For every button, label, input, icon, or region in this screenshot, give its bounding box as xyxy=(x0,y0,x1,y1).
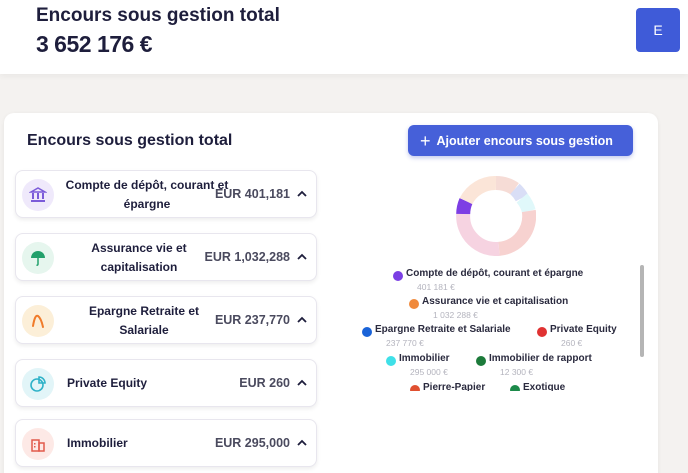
asset-card-label: Immobilier xyxy=(67,436,128,450)
plus-icon: + xyxy=(420,130,431,151)
chevron-up-icon[interactable] xyxy=(295,187,309,201)
legend-value: 401 181 € xyxy=(417,282,455,292)
legend-name: Assurance vie et capitalisation xyxy=(422,296,569,307)
asset-card-amount: EUR 237,770 xyxy=(214,313,290,327)
asset-card-label: Assurance vie et capitalisation xyxy=(91,241,187,274)
panel-title: Encours sous gestion total xyxy=(27,132,233,149)
legend-dot xyxy=(409,299,419,309)
add-aum-button[interactable]: + Ajouter encours sous gestion xyxy=(408,125,633,156)
legend-value: 237 770 € xyxy=(386,338,424,348)
pie-icon xyxy=(22,368,54,400)
umbrella-icon xyxy=(22,242,54,274)
bank-icon xyxy=(22,179,54,211)
legend-value: 12 300 € xyxy=(500,367,534,377)
legend-name: Private Equity xyxy=(550,324,617,335)
asset-card-amount: EUR 260 xyxy=(239,376,290,390)
asset-card-amount: EUR 401,181 xyxy=(214,187,290,201)
asset-card-immobilier[interactable]: Immobilier EUR 295,000 xyxy=(15,419,317,467)
donut-segment xyxy=(456,213,500,256)
legend-value: 295 000 € xyxy=(410,367,448,377)
legend-name: Epargne Retraite et Salariale xyxy=(375,324,511,335)
legend-name: Immobilier de rapport xyxy=(489,353,592,364)
chevron-up-icon[interactable] xyxy=(295,313,309,327)
donut-segment xyxy=(516,193,536,214)
avatar[interactable]: E xyxy=(636,8,680,52)
legend-dot xyxy=(537,327,547,337)
donut-segment xyxy=(456,198,473,215)
legend-scrollbar[interactable] xyxy=(640,265,644,357)
total-amount: 3 652 176 € xyxy=(36,31,153,57)
chevron-up-icon[interactable] xyxy=(295,250,309,264)
donut-segment xyxy=(510,183,529,202)
legend-dot xyxy=(362,327,372,337)
legend-value: 1 032 288 € xyxy=(433,310,478,320)
legend-dot xyxy=(386,356,396,366)
asset-card-label: Compte de dépôt, courant et épargne xyxy=(65,178,229,211)
donut-segment xyxy=(459,176,497,205)
chevron-up-icon[interactable] xyxy=(295,436,309,450)
asset-card-label: Epargne Retraite et Salariale xyxy=(88,304,200,337)
legend-name: Compte de dépôt, courant et épargne xyxy=(406,268,584,279)
legend-dot xyxy=(476,356,486,366)
legend-clip-mask xyxy=(355,391,645,401)
asset-card-private-equity[interactable]: Private Equity EUR 260 xyxy=(15,359,317,407)
trend-icon xyxy=(22,305,54,337)
donut-segment xyxy=(497,209,536,256)
allocation-donut-chart xyxy=(456,176,536,256)
legend-name: Immobilier xyxy=(399,353,450,364)
legend-dot xyxy=(393,271,403,281)
legend-value: 260 € xyxy=(561,338,583,348)
chevron-up-icon[interactable] xyxy=(295,376,309,390)
asset-card-compte-depot[interactable]: Compte de dépôt, courant et épargne EUR … xyxy=(15,170,317,218)
add-aum-button-label: Ajouter encours sous gestion xyxy=(436,133,613,148)
header-title: Encours sous gestion total xyxy=(36,5,280,26)
asset-card-epargne-retraite[interactable]: Epargne Retraite et Salariale EUR 237,77… xyxy=(15,296,317,344)
asset-card-label: Private Equity xyxy=(67,376,148,390)
asset-card-assurance-vie[interactable]: Assurance vie et capitalisation EUR 1,03… xyxy=(15,233,317,281)
top-bar: Encours sous gestion total 3 652 176 € E xyxy=(0,0,688,74)
building-icon xyxy=(22,428,54,460)
asset-card-amount: EUR 1,032,288 xyxy=(204,250,290,264)
donut-segment xyxy=(495,176,519,195)
asset-card-amount: EUR 295,000 xyxy=(214,436,290,450)
